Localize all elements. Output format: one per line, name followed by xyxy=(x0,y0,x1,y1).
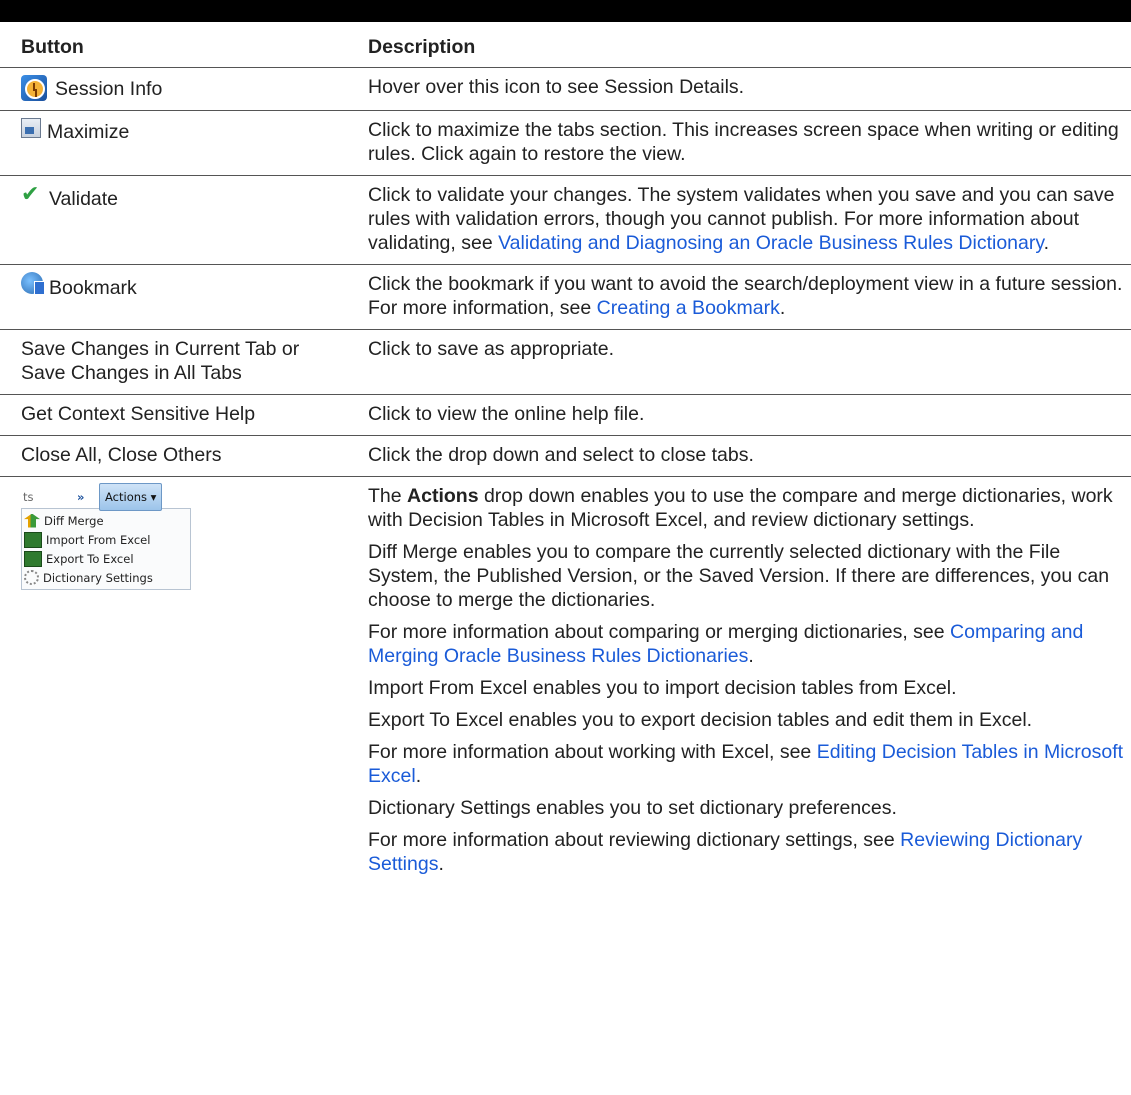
import-excel-paragraph: Import From Excel enables you to import … xyxy=(368,677,957,699)
validate-check-icon: ✔ xyxy=(21,181,40,206)
table-row: Save Changes in Current Tab or Save Chan… xyxy=(0,329,1131,395)
description-cell: Hover over this icon to see Session Deta… xyxy=(356,67,1131,111)
settings-info-paragraph: For more information about reviewing dic… xyxy=(368,828,1124,876)
compare-merge-paragraph: For more information about comparing or … xyxy=(368,620,1124,668)
description-text: . xyxy=(1043,232,1050,254)
description-cell: The Actions drop down enables you to use… xyxy=(356,477,1131,886)
actions-menu-screenshot: ts » Actions ▾ Diff Merge Import From Ex… xyxy=(21,483,191,590)
text: . xyxy=(438,853,444,875)
table-row: Session Info Hover over this icon to see… xyxy=(0,67,1131,111)
table-row: ✔ Validate Click to validate your change… xyxy=(0,175,1131,265)
description-cell: Click to validate your changes. The syst… xyxy=(356,175,1131,265)
bookmark-globe-icon xyxy=(21,272,45,295)
table-row: Close All, Close Others Click the drop d… xyxy=(0,435,1131,477)
export-excel-paragraph: Export To Excel enables you to export de… xyxy=(368,709,1033,731)
text: For more information about reviewing dic… xyxy=(368,829,901,851)
text: . xyxy=(748,645,754,667)
text: For more information about comparing or … xyxy=(368,621,951,643)
text: For more information about working with … xyxy=(368,741,817,763)
button-label: Validate xyxy=(49,188,119,210)
button-cell: Maximize xyxy=(0,110,356,176)
actions-paragraph: The Actions drop down enables you to use… xyxy=(368,484,1124,532)
text: drop down enables you to use the compare… xyxy=(368,485,1113,531)
dictionary-settings-paragraph: Dictionary Settings enables you to set d… xyxy=(368,797,897,819)
tab-fragment: ts xyxy=(23,490,34,504)
overflow-chevron-icon[interactable]: » xyxy=(77,485,99,509)
button-cell: Close All, Close Others xyxy=(0,435,356,477)
button-label: Bookmark xyxy=(49,277,137,299)
actions-dropdown-menu: Diff Merge Import From Excel Export To E… xyxy=(21,508,191,590)
column-header-button: Button xyxy=(0,22,356,68)
description-cell: Click to save as appropriate. xyxy=(356,329,1131,395)
session-info-icon xyxy=(21,75,47,101)
table-row: ts » Actions ▾ Diff Merge Import From Ex… xyxy=(0,477,1131,886)
menu-item-label: Dictionary Settings xyxy=(43,570,153,585)
description-cell: Click the bookmark if you want to avoid … xyxy=(356,264,1131,330)
validate-button[interactable]: ✔ Validate xyxy=(21,183,349,211)
buttons-table: Button Description Session Info Hover ov… xyxy=(0,22,1131,885)
actions-toolbar: ts » Actions ▾ xyxy=(21,483,191,511)
menu-item-dictionary-settings[interactable]: Dictionary Settings xyxy=(22,568,190,587)
maximize-button[interactable]: Maximize xyxy=(21,118,349,144)
top-black-bar xyxy=(0,0,1131,22)
button-cell: Bookmark xyxy=(0,264,356,330)
table-row: Get Context Sensitive Help Click to view… xyxy=(0,394,1131,436)
text: The xyxy=(368,485,408,507)
column-header-description: Description xyxy=(356,22,1131,68)
text: . xyxy=(415,765,422,787)
excel-info-paragraph: For more information about working with … xyxy=(368,740,1124,788)
link-creating-bookmark[interactable]: Creating a Bookmark xyxy=(597,297,780,319)
bookmark-button[interactable]: Bookmark xyxy=(21,272,349,300)
excel-export-icon xyxy=(24,550,42,567)
bold-text: Actions xyxy=(407,485,479,507)
table-row: Maximize Click to maximize the tabs sect… xyxy=(0,110,1131,176)
description-cell: Click to view the online help file. xyxy=(356,394,1131,436)
diff-merge-icon xyxy=(24,513,40,528)
gear-icon xyxy=(24,570,39,585)
button-label: Maximize xyxy=(47,121,130,143)
button-cell: Save Changes in Current Tab or Save Chan… xyxy=(0,329,356,395)
button-label: Session Info xyxy=(55,78,163,100)
actions-dropdown-button[interactable]: Actions ▾ xyxy=(99,483,163,511)
session-info-button[interactable]: Session Info xyxy=(21,75,349,101)
excel-import-icon xyxy=(24,531,42,548)
description-cell: Click to maximize the tabs section. This… xyxy=(356,110,1131,176)
button-cell: Session Info xyxy=(0,67,356,111)
table-row: Bookmark Click the bookmark if you want … xyxy=(0,264,1131,330)
description-cell: Click the drop down and select to close … xyxy=(356,435,1131,477)
link-validating-dictionary[interactable]: Validating and Diagnosing an Oracle Busi… xyxy=(498,232,1044,254)
button-cell: ✔ Validate xyxy=(0,175,356,265)
description-text: . xyxy=(779,297,786,319)
button-cell: Get Context Sensitive Help xyxy=(0,394,356,436)
button-cell: ts » Actions ▾ Diff Merge Import From Ex… xyxy=(0,477,356,886)
diff-merge-paragraph: Diff Merge enables you to compare the cu… xyxy=(368,541,1110,611)
table-header-row: Button Description xyxy=(0,22,1131,68)
maximize-icon xyxy=(21,118,41,138)
